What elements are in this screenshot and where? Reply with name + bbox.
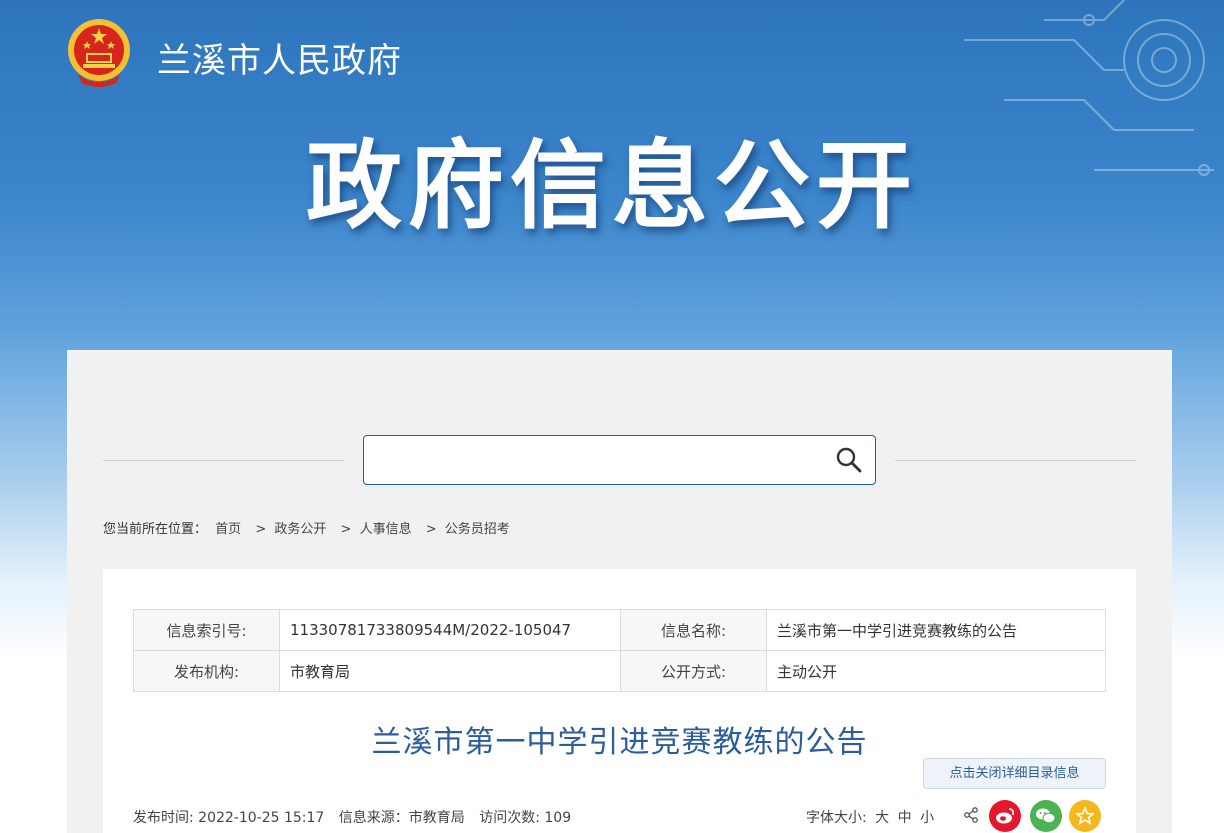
breadcrumb-separator: > — [340, 522, 352, 537]
breadcrumb-personnel[interactable]: 人事信息 — [360, 522, 412, 537]
breadcrumb-prefix: 您当前所在位置： — [103, 522, 208, 537]
breadcrumb-civil-exam[interactable]: 公务员招考 — [445, 522, 510, 537]
meta-name-label: 信息名称: — [620, 609, 767, 651]
table-row: 信息索引号: 11330781733809544M/2022-105047 信息… — [133, 609, 1106, 651]
meta-org-value: 市教育局 — [279, 650, 621, 692]
font-size-small[interactable]: 小 — [920, 810, 934, 826]
search-divider-right — [895, 460, 1136, 461]
meta-mode-value: 主动公开 — [766, 650, 1106, 692]
weibo-share-button[interactable] — [989, 800, 1021, 832]
breadcrumb-separator: > — [425, 522, 437, 537]
meta-mode-label: 公开方式: — [620, 650, 767, 692]
weibo-icon — [996, 808, 1015, 824]
breadcrumb-separator: > — [255, 522, 267, 537]
meta-org-label: 发布机构: — [133, 650, 280, 692]
favorite-button[interactable] — [1069, 800, 1101, 832]
breadcrumb: 您当前所在位置： 首页 > 政务公开 > 人事信息 > 公务员招考 — [103, 518, 510, 537]
meta-name-value: 兰溪市第一中学引进竞赛教练的公告 — [766, 609, 1106, 651]
font-size-large[interactable]: 大 — [875, 810, 889, 826]
font-size-label: 字体大小: — [806, 810, 867, 826]
toggle-catalog-button[interactable]: 点击关闭详细目录信息 — [923, 758, 1106, 789]
search-divider-left — [103, 460, 344, 461]
search-input[interactable] — [374, 444, 824, 476]
publish-time: 发布时间: 2022-10-25 15:17 — [133, 810, 325, 826]
national-emblem-icon — [68, 19, 130, 87]
breadcrumb-gov-affairs[interactable]: 政务公开 — [274, 522, 326, 537]
document-title: 兰溪市第一中学引进竞赛教练的公告 — [371, 725, 868, 760]
site-name[interactable]: 兰溪市人民政府 — [157, 33, 402, 82]
font-size-control: 字体大小: 大 中 小 — [806, 807, 934, 827]
main-panel: 您当前所在位置： 首页 > 政务公开 > 人事信息 > 公务员招考 信息索引号:… — [67, 350, 1172, 833]
breadcrumb-home[interactable]: 首页 — [215, 522, 241, 537]
visit-count: 访问次数: 109 — [479, 810, 572, 826]
hero-title: 政府信息公开 — [306, 130, 918, 242]
font-size-medium[interactable]: 中 — [898, 810, 912, 826]
wechat-share-button[interactable] — [1030, 800, 1062, 832]
meta-index-label: 信息索引号: — [133, 609, 280, 651]
meta-index-value: 11330781733809544M/2022-105047 — [279, 609, 621, 651]
search-icon[interactable] — [835, 446, 863, 474]
table-row: 发布机构: 市教育局 公开方式: 主动公开 — [133, 650, 1106, 692]
wechat-icon — [1036, 808, 1056, 824]
share-icon[interactable] — [963, 807, 979, 823]
favorite-icon — [1076, 807, 1094, 825]
document-info: 发布时间: 2022-10-25 15:17 信息来源：市教育局 访问次数: 1… — [133, 807, 581, 827]
meta-table: 信息索引号: 11330781733809544M/2022-105047 信息… — [133, 609, 1106, 692]
info-source: 信息来源：市教育局 — [338, 810, 465, 826]
search-box — [363, 435, 876, 485]
article-content: 信息索引号: 11330781733809544M/2022-105047 信息… — [103, 569, 1136, 833]
